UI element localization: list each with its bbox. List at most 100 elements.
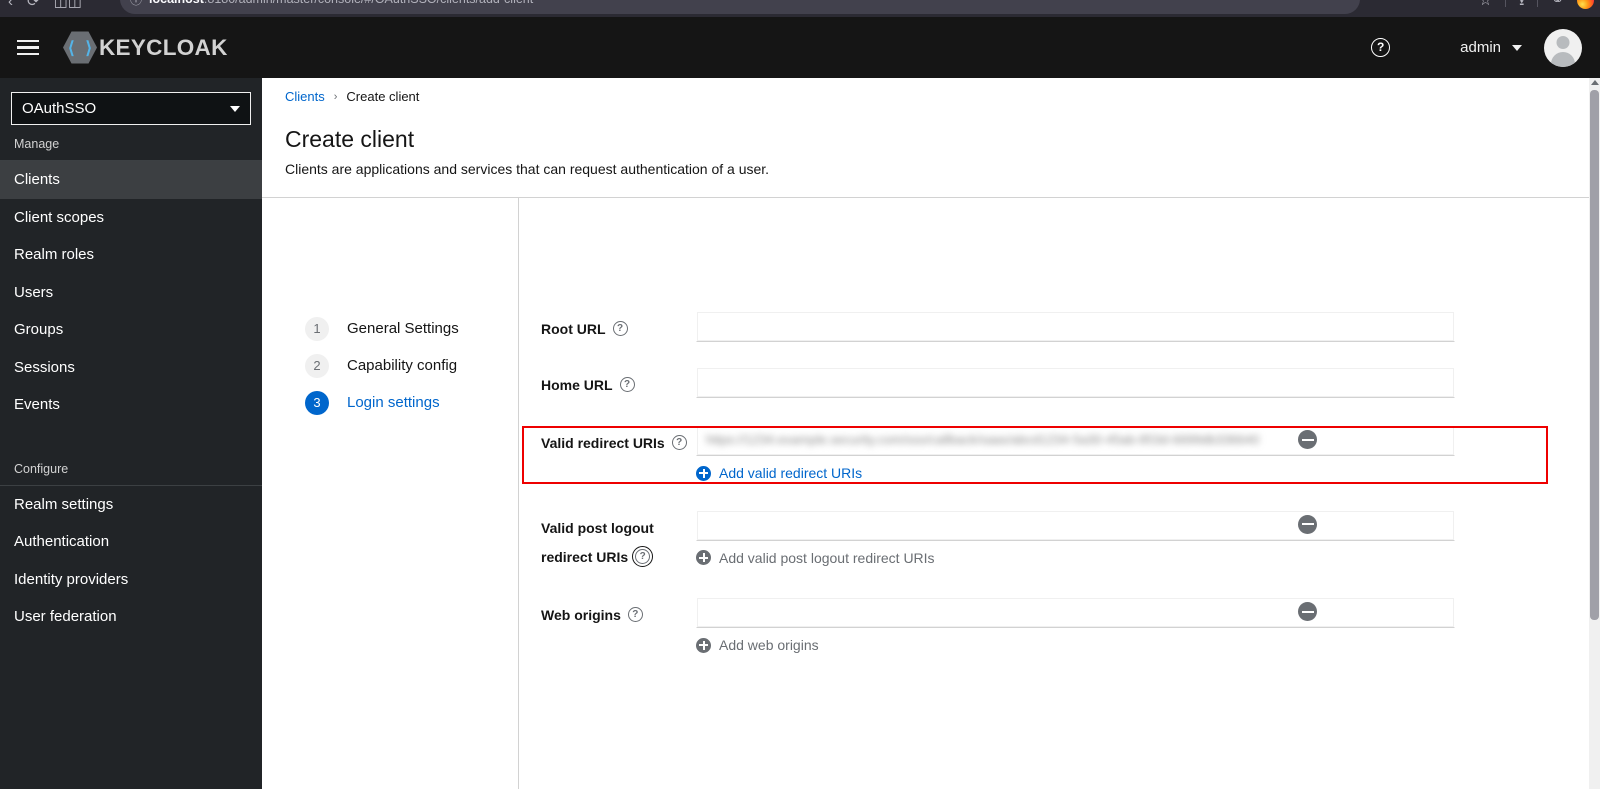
page-title: Create client (285, 126, 415, 152)
sidebar-item-label: User federation (14, 608, 117, 626)
sidebar: OAuthSSO Manage Clients Client scopes Re… (0, 78, 262, 789)
sidebar-item-client-scopes[interactable]: Client scopes (0, 199, 262, 237)
minus-circle-icon[interactable] (1298, 430, 1317, 449)
minus-circle-icon[interactable] (1298, 514, 1317, 534)
help-question-icon[interactable]: ? (1371, 38, 1391, 57)
sidebar-item-clients[interactable]: Clients (0, 161, 262, 199)
user-menu[interactable]: admin (1460, 39, 1522, 56)
sidebar-item-label: Authentication (14, 533, 110, 551)
field-label-text: Web origins (541, 607, 621, 623)
sidebar-item-label: Clients (14, 171, 60, 189)
hamburger-menu-icon[interactable] (5, 25, 51, 71)
page-scrollbar[interactable] (1589, 78, 1600, 789)
add-link-label: Add valid redirect URIs (719, 465, 863, 481)
sidebar-item-label: Groups (14, 321, 64, 339)
sidebar-item-events[interactable]: Events (0, 386, 262, 424)
sidebar-item-realm-settings[interactable]: Realm settings (0, 486, 262, 524)
field-valid-redirect-uris: Valid redirect URIs ? https://1234.examp… (519, 425, 1589, 486)
home-url-input[interactable] (696, 367, 1455, 398)
list-all-tabs-icon[interactable]: ◫◫ (54, 0, 82, 9)
step-number: 3 (305, 390, 329, 415)
sidebar-item-users[interactable]: Users (0, 274, 262, 312)
field-label-text: Valid redirect URIs (541, 435, 665, 451)
field-control: Add web origins (696, 597, 1589, 658)
url-bar[interactable]: ⓘ localhost:8180/admin/master/console/#/… (120, 0, 1360, 14)
add-link-label: Add valid post logout redirect URIs (719, 549, 935, 566)
sidebar-item-sessions[interactable]: Sessions (0, 349, 262, 387)
realm-selector[interactable]: OAuthSSO (11, 92, 251, 125)
field-label: Home URL ? (519, 367, 696, 396)
sidebar-item-identity-providers[interactable]: Identity providers (0, 561, 262, 599)
realm-selector-value: OAuthSSO (22, 100, 97, 117)
browser-chrome: ‹ ⟳ ◫◫ ⓘ localhost:8180/admin/master/con… (0, 0, 1600, 17)
sidebar-item-label: Sessions (14, 358, 75, 376)
add-valid-post-logout-redirect-uris-button[interactable]: Add valid post logout redirect URIs (696, 550, 935, 566)
root-url-input[interactable] (696, 311, 1455, 342)
field-label-text: Home URL (541, 377, 613, 393)
account-icon[interactable]: ⚭ (1551, 0, 1564, 8)
input-wrapper (696, 509, 1455, 541)
wizard-step-general-settings[interactable]: 1 General Settings (262, 310, 518, 347)
sidebar-item-label: Identity providers (14, 570, 129, 588)
add-link-label: Add web origins (719, 637, 819, 653)
sidebar-item-label: Client scopes (14, 208, 105, 226)
field-label-text-line2: redirect URIs (541, 548, 629, 565)
help-question-icon[interactable]: ? (612, 321, 628, 336)
sidebar-item-user-federation[interactable]: User federation (0, 598, 262, 636)
page-subtitle: Clients are applications and services th… (285, 161, 770, 177)
field-home-url: Home URL ? (519, 367, 1589, 398)
help-question-icon[interactable]: ? (632, 545, 654, 567)
plus-circle-icon (696, 550, 711, 565)
field-label: Valid post logout redirect URIs ? (519, 510, 696, 568)
scrollbar-thumb[interactable] (1590, 90, 1599, 620)
browser-toolbar-right: ☆ ⭳ ⚭ (1479, 0, 1594, 15)
breadcrumb-current: Create client (346, 89, 420, 104)
help-question-icon[interactable]: ? (619, 377, 635, 392)
main-content: Clients › Create client Create client Cl… (262, 78, 1589, 789)
valid-post-logout-redirect-uris-input[interactable] (696, 509, 1455, 541)
minus-circle-icon[interactable] (1298, 602, 1317, 621)
user-avatar-icon[interactable] (1544, 28, 1582, 67)
add-valid-redirect-uris-button[interactable]: Add valid redirect URIs (696, 465, 862, 481)
field-label: Valid redirect URIs ? (519, 425, 696, 454)
step-label: Capability config (347, 357, 458, 374)
step-label: General Settings (347, 320, 459, 337)
field-label-text: Root URL (541, 321, 606, 337)
login-settings-form: Root URL ? Home URL ? Valid redirect URI… (518, 198, 1589, 789)
bookmark-star-icon[interactable]: ☆ (1479, 0, 1492, 8)
wizard-step-login-settings[interactable]: 3 Login settings (262, 384, 518, 421)
field-label: Web origins ? (519, 597, 696, 626)
browser-nav-buttons: ‹ ⟳ ◫◫ (0, 0, 82, 16)
reload-icon[interactable]: ⟳ (27, 0, 40, 9)
step-number: 1 (305, 316, 329, 341)
site-info-icon[interactable]: ⓘ (130, 0, 142, 8)
downloads-icon[interactable]: ⭳ (1519, 0, 1524, 8)
sidebar-item-authentication[interactable]: Authentication (0, 523, 262, 561)
valid-redirect-uris-input[interactable] (696, 425, 1455, 456)
field-control: https://1234.example.security.com/sso/ca… (696, 425, 1589, 486)
scroll-up-arrow-icon[interactable] (1591, 80, 1599, 85)
web-origins-input[interactable] (696, 597, 1455, 628)
nav-group-label-manage: Manage (0, 125, 262, 161)
field-label: Root URL ? (519, 311, 696, 340)
field-control (696, 367, 1589, 398)
toolbar-divider (1505, 0, 1507, 7)
sidebar-item-realm-roles[interactable]: Realm roles (0, 236, 262, 274)
brand-logo[interactable]: ⟨ ⟩ KEYCLOAK (63, 31, 228, 65)
wizard-step-capability-config[interactable]: 2 Capability config (262, 347, 518, 384)
user-menu-label: admin (1460, 39, 1501, 56)
breadcrumb-link-clients[interactable]: Clients (285, 89, 325, 104)
field-valid-post-logout-redirect-uris: Valid post logout redirect URIs ? Add va… (519, 509, 1589, 571)
url-host: localhost (149, 0, 204, 6)
step-number: 2 (305, 353, 329, 378)
help-question-icon[interactable]: ? (671, 435, 687, 450)
field-label-text-line1: Valid post logout (541, 519, 654, 536)
back-arrow-icon[interactable]: ‹ (8, 0, 13, 9)
sidebar-item-groups[interactable]: Groups (0, 311, 262, 349)
add-web-origins-button[interactable]: Add web origins (696, 637, 819, 653)
wizard-steps: 1 General Settings 2 Capability config 3… (262, 198, 518, 789)
help-question-icon[interactable]: ? (627, 607, 643, 622)
keycloak-logo-icon: ⟨ ⟩ (63, 31, 97, 65)
sidebar-item-label: Realm settings (14, 495, 114, 513)
input-wrapper: https://1234.example.security.com/sso/ca… (696, 425, 1455, 456)
